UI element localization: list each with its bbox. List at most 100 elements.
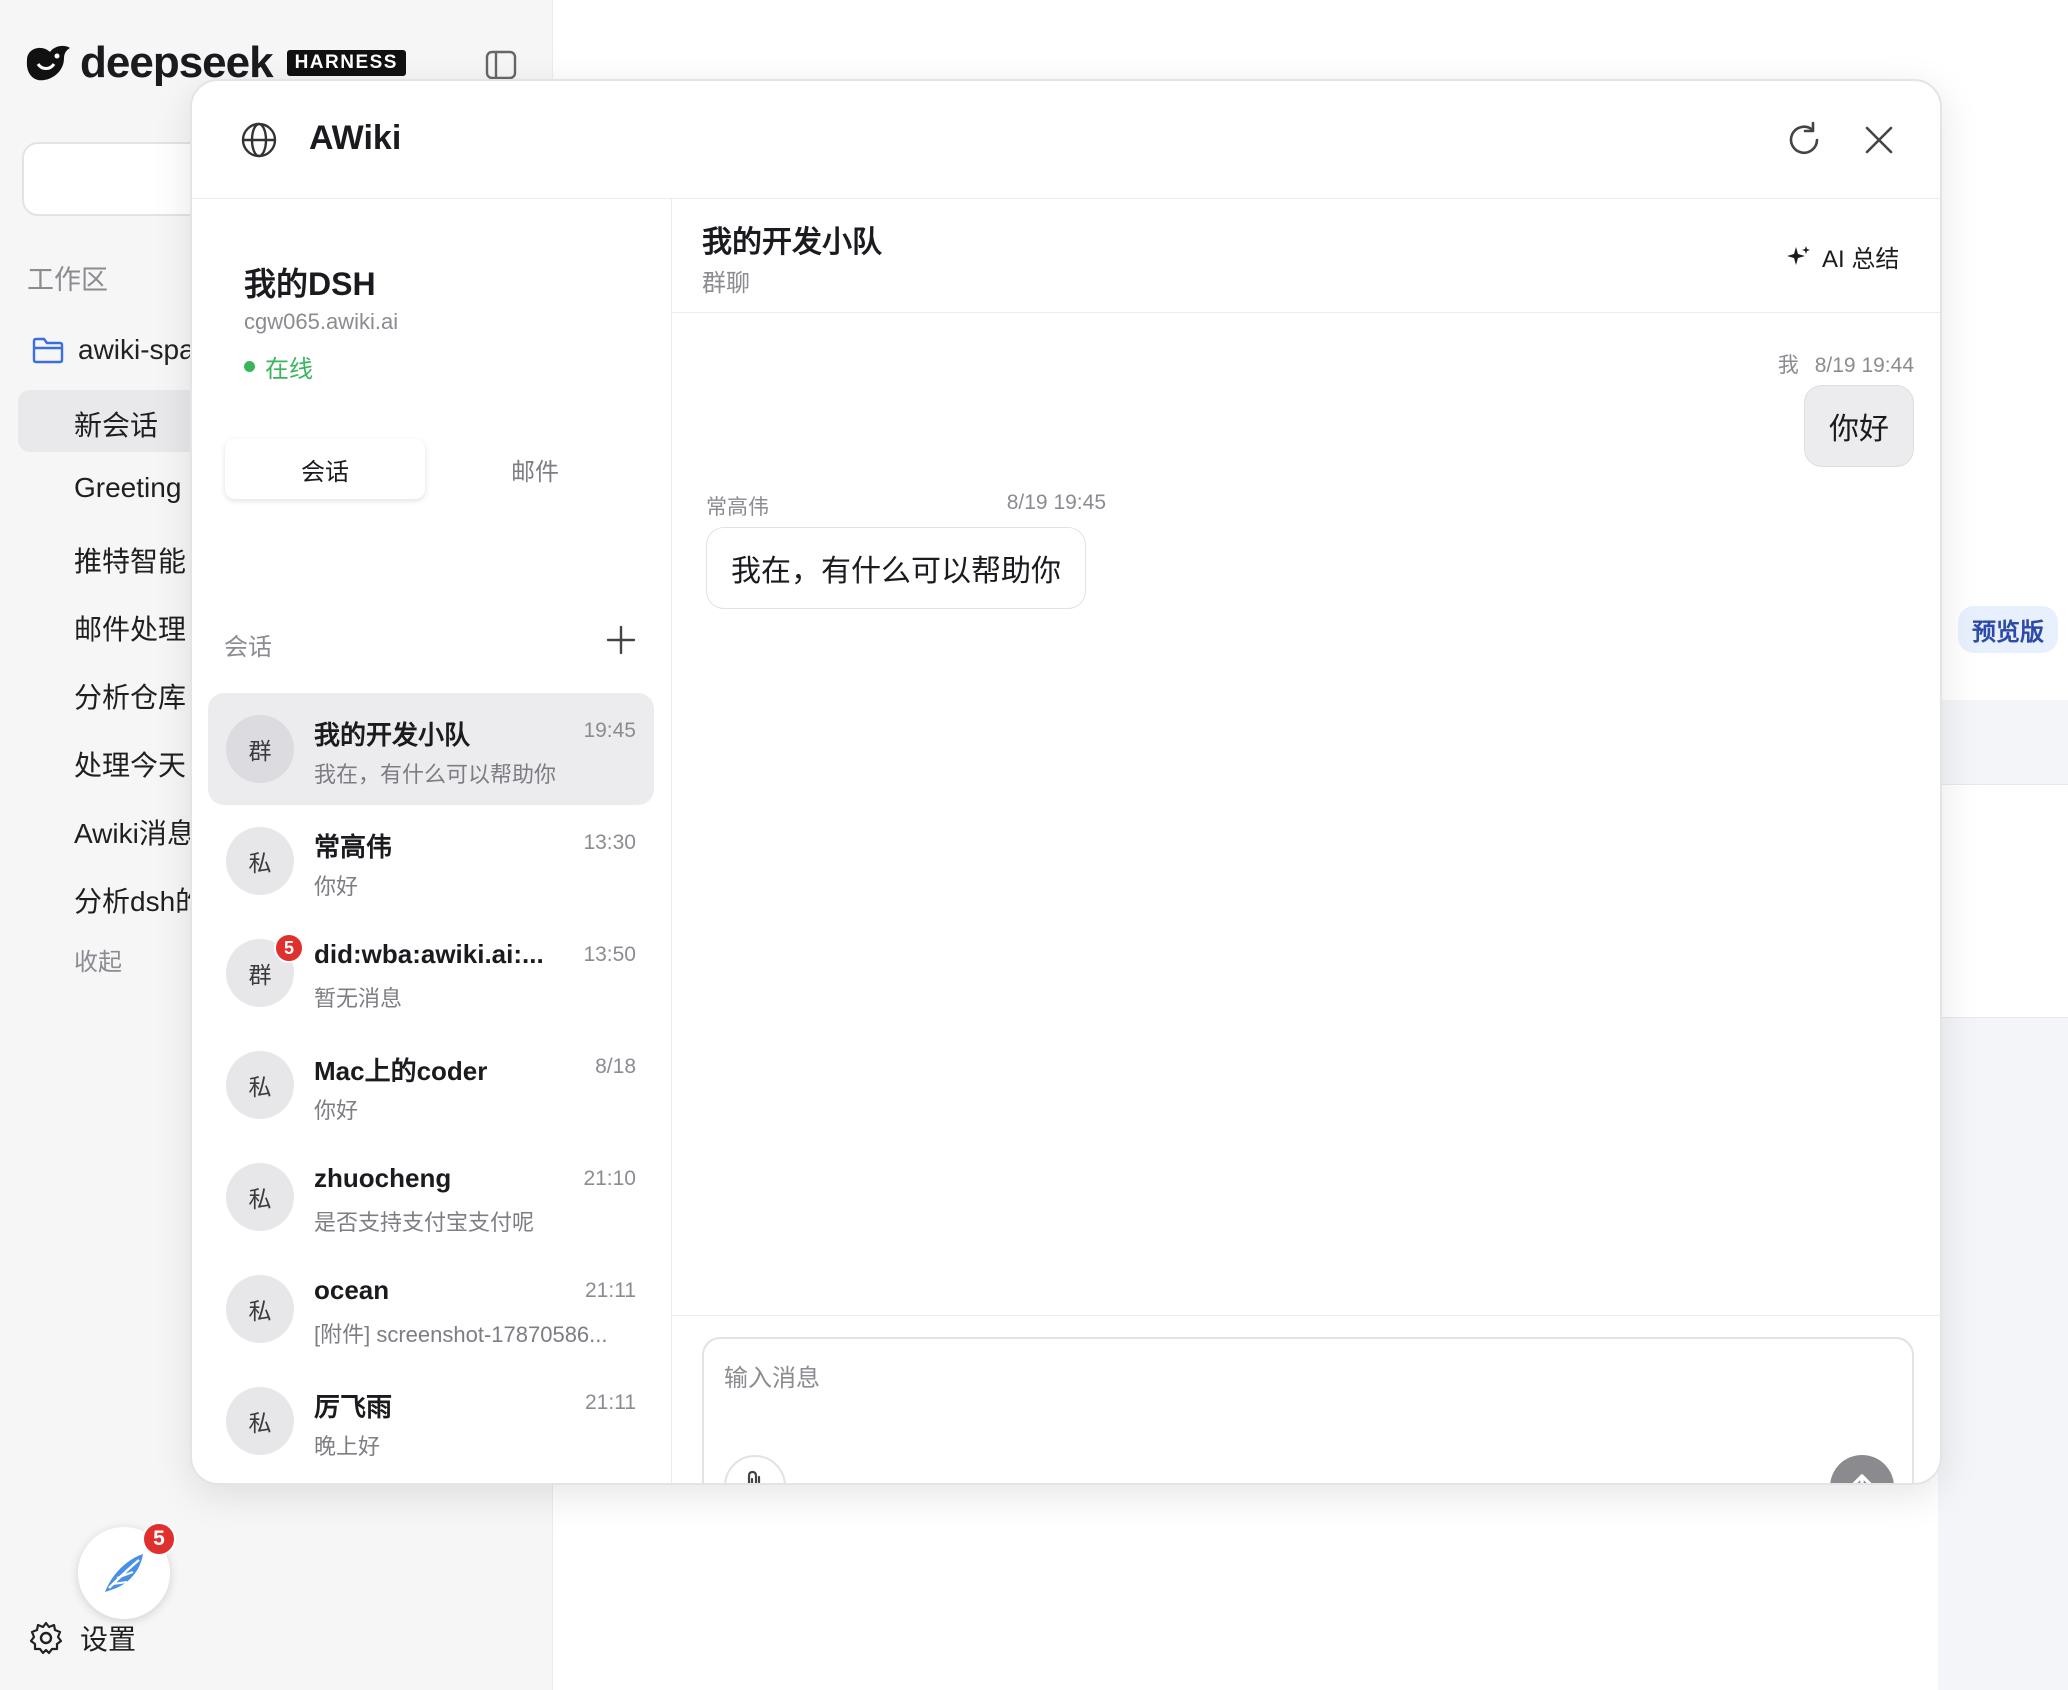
modal-header: AWiki (192, 81, 1940, 199)
nav-item-today[interactable]: 处理今天 (74, 744, 186, 784)
conversation-time: 21:11 (585, 1391, 636, 1414)
message-bubble-other: 我在，有什么可以帮助你 (706, 527, 1086, 609)
conversation-preview: 你好 (314, 1098, 359, 1123)
conversation-list: 群我的开发小队 19:45 我在，有什么可以帮助你私常高伟 13:30 你好群 5 did:… (208, 693, 654, 1477)
sparkle-icon (1787, 245, 1810, 265)
conversation-name: 常高伟 (314, 832, 393, 862)
nav-item-greeting[interactable]: Greeting (74, 472, 181, 504)
conversation-name: 厉飞雨 (314, 1392, 393, 1422)
conversation-avatar: 私 (226, 1275, 294, 1343)
status-dot (244, 361, 255, 372)
message-sender: 我 (1777, 354, 1799, 377)
conversation-preview: 晚上好 (314, 1434, 381, 1459)
conversation-pane: 我的DSH cgw065.awiki.ai 在线 会话 邮件 会话 群我的开发小… (192, 199, 672, 1483)
globe-icon (241, 122, 277, 158)
conversation-preview: 暂无消息 (314, 986, 403, 1011)
chat-header: 我的开发小队 群聊 AI 总结 (672, 199, 1940, 313)
message-sender: 常高伟 (706, 496, 769, 519)
ai-summary-button[interactable]: AI 总结 (1786, 239, 1899, 274)
message-time: 8/19 19:45 (1006, 491, 1106, 514)
conversation-avatar: 群 (226, 715, 294, 783)
nav-item-awiki[interactable]: Awiki消息 (74, 812, 195, 852)
conversation-name: zhuocheng (314, 1163, 452, 1193)
collapse-link[interactable]: 收起 (74, 942, 122, 977)
nav-item-analyze-dsh[interactable]: 分析dsh的 (74, 880, 203, 920)
conversation-item[interactable]: 私 Mac上的coder 8/18 你好 (208, 1029, 654, 1141)
conversation-section-label: 会话 (224, 634, 272, 661)
tab-conversations[interactable]: 会话 (225, 439, 425, 499)
gear-icon (29, 1621, 63, 1655)
online-status: 在线 (244, 349, 313, 384)
launcher-unread-badge: 5 (142, 1522, 176, 1556)
message-time: 8/19 19:44 (1814, 354, 1914, 377)
conversation-item[interactable]: 私 ocean 21:11 [附件] screenshot-17870586... (208, 1253, 654, 1365)
conversation-item[interactable]: 私 zhuocheng 21:10 是否支持支付宝支付呢 (208, 1141, 654, 1253)
tab-mail[interactable]: 邮件 (435, 439, 635, 499)
awiki-modal: AWiki 我的DSH cgw065.awiki.ai 在线 会话 邮件 会话 … (190, 79, 1942, 1485)
background-panel-bottom (1938, 1018, 2068, 1690)
background-panel (1938, 700, 2068, 784)
send-button[interactable] (1830, 1455, 1894, 1483)
status-text: 在线 (265, 356, 313, 383)
composer-divider (672, 1315, 1940, 1316)
nav-item-twitter[interactable]: 推特智能 (74, 540, 186, 580)
chat-title: 我的开发小队 (702, 226, 882, 259)
close-icon[interactable] (1862, 123, 1896, 157)
workspace-label: 工作区 (27, 265, 108, 295)
chat-subtitle: 群聊 (702, 270, 750, 297)
refresh-icon[interactable] (1784, 120, 1824, 160)
conversation-time: 21:11 (585, 1279, 636, 1302)
conversation-name: 我的开发小队 (314, 720, 471, 750)
message-bubble-self: 你好 (1804, 385, 1914, 467)
conversation-preview: 你好 (314, 874, 359, 899)
arrow-up-icon (1852, 1474, 1872, 1483)
conversation-preview: 我在，有什么可以帮助你 (314, 762, 557, 787)
preview-badge: 预览版 (1958, 606, 2058, 653)
conversation-time: 8/18 (595, 1055, 636, 1078)
nav-item-new-chat[interactable]: 新会话 (74, 404, 158, 444)
add-conversation-icon[interactable] (606, 625, 636, 655)
conversation-preview: [附件] screenshot-17870586... (314, 1322, 608, 1347)
conversation-avatar: 私 (226, 1051, 294, 1119)
account-name: 我的DSH (244, 266, 376, 302)
message-meta-self: 我 8/19 19:44 (1762, 349, 1914, 379)
unread-badge: 5 (274, 933, 304, 963)
conversation-time: 13:50 (583, 943, 636, 966)
conversation-time: 21:10 (583, 1167, 636, 1190)
message-input[interactable] (724, 1359, 1884, 1399)
nav-item-mail[interactable]: 邮件处理 (74, 608, 186, 648)
ai-summary-label: AI 总结 (1822, 246, 1900, 273)
conversation-avatar: 私 (226, 1387, 294, 1455)
message-meta-other: 常高伟 8/19 19:45 (706, 491, 1106, 521)
nav-item-analyze-repo[interactable]: 分析仓库 (74, 676, 186, 716)
account-domain: cgw065.awiki.ai (244, 309, 399, 334)
conversation-name: Mac上的coder (314, 1056, 488, 1086)
whale-logo-icon (26, 45, 70, 81)
sidebar-toggle-icon[interactable] (484, 48, 518, 82)
conversation-item[interactable]: 私厉飞雨 21:11 晚上好 (208, 1365, 654, 1477)
conversation-name: did:wba:awiki.ai:... (314, 939, 544, 969)
folder-icon (32, 337, 64, 364)
conversation-avatar: 私 (226, 827, 294, 895)
conversation-avatar: 私 (226, 1163, 294, 1231)
conversation-time: 19:45 (583, 719, 636, 742)
logo-badge: HARNESS (286, 50, 406, 76)
tab-switcher: 会话 邮件 (225, 439, 641, 503)
message-composer (702, 1337, 1914, 1483)
conversation-item[interactable]: 群我的开发小队 19:45 我在，有什么可以帮助你 (208, 693, 654, 805)
chat-pane: 我的开发小队 群聊 AI 总结 我 8/19 19:44 你好 常高伟 8/19 … (672, 199, 1940, 1483)
conversation-name: ocean (314, 1275, 390, 1305)
background-card (1938, 784, 2068, 1018)
paperclip-icon (747, 1470, 761, 1483)
conversation-time: 13:30 (583, 831, 636, 854)
settings-button[interactable]: 设置 (28, 1618, 136, 1658)
workspace-folder[interactable]: awiki-spa (32, 334, 195, 366)
modal-title: AWiki (309, 119, 402, 157)
feather-icon (105, 1554, 143, 1592)
settings-label: 设置 (80, 1624, 137, 1655)
attach-button[interactable] (724, 1455, 786, 1483)
folder-name: awiki-spa (78, 334, 195, 365)
conversation-item[interactable]: 群 5 did:wba:awiki.ai:... 13:50 暂无消息 (208, 917, 654, 1029)
conversation-preview: 是否支持支付宝支付呢 (314, 1210, 535, 1235)
conversation-item[interactable]: 私常高伟 13:30 你好 (208, 805, 654, 917)
